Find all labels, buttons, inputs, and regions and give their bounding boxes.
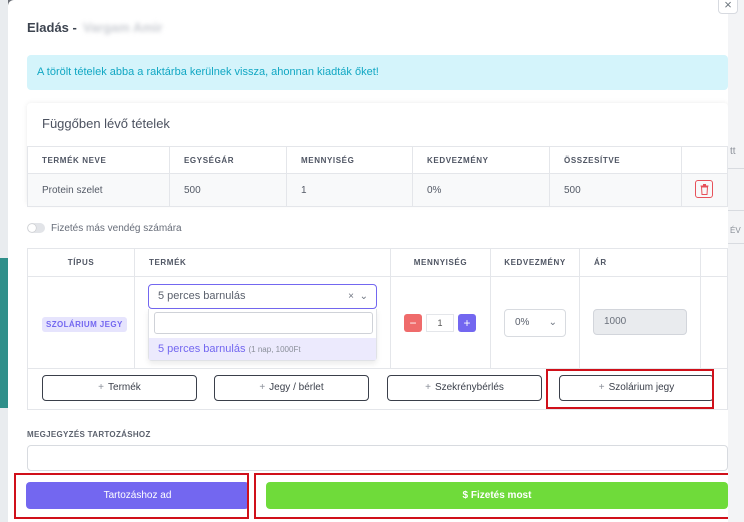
cell-type: SZOLÁRIUM JEGY [27, 276, 135, 369]
debt-note-label: MEGJEGYZÉS TARTOZÁSHOZ [27, 430, 151, 439]
add-product-label: Termék [108, 382, 141, 393]
table-header-row: TÍPUS TERMÉK MENNYISÉG KEDVEZMÉNY ÁR [27, 248, 728, 277]
cell-product-name: Protein szelet [27, 173, 170, 207]
trash-icon [700, 183, 709, 195]
add-ticket-label: Jegy / bérlet [269, 382, 324, 393]
column-header: TERMÉK NEVE [27, 146, 170, 174]
price-field: 1000 [593, 309, 687, 335]
column-header: MENNYISÉG [390, 248, 491, 277]
quantity-stepper: − 1 + [404, 314, 476, 332]
table-row: Protein szelet 500 1 0% 500 [27, 173, 728, 207]
cell-discount: 0% [412, 173, 550, 207]
column-header: MENNYISÉG [286, 146, 413, 174]
discount-select[interactable]: 0% ⌄ [504, 309, 566, 337]
background-text: ÉV [730, 226, 741, 235]
new-item-table: TÍPUS TERMÉK MENNYISÉG KEDVEZMÉNY ÁR SZO… [27, 248, 728, 369]
background-page-right: tt ÉV [728, 0, 744, 522]
pay-for-other-guest-toggle[interactable] [27, 223, 45, 234]
highlight-box [546, 369, 714, 409]
add-locker-rental-label: Szekrénybérlés [434, 382, 504, 393]
pending-items-card: Függőben lévő tételek TERMÉK NEVE EGYSÉG… [27, 103, 728, 207]
column-header: ÖSSZESÍTVE [549, 146, 682, 174]
background-divider [728, 243, 744, 244]
column-header: KEDVEZMÉNY [412, 146, 550, 174]
pending-items-table: TERMÉK NEVE EGYSÉGÁR MENNYISÉG KEDVEZMÉN… [27, 146, 728, 207]
product-option-label: 5 perces barnulás [158, 343, 246, 355]
column-header: EGYSÉGÁR [169, 146, 287, 174]
cell-actions [700, 276, 728, 369]
cell-product: 5 perces barnulás × ⌄ 5 perces barnulás … [134, 276, 391, 369]
table-header-row: TERMÉK NEVE EGYSÉGÁR MENNYISÉG KEDVEZMÉN… [27, 146, 728, 174]
product-option-details: (1 nap, 1000Ft [248, 345, 301, 354]
column-header: TERMÉK [134, 248, 391, 277]
pay-for-other-guest-label: Fizetés más vendég számára [51, 223, 182, 234]
add-product-button[interactable]: + Termék [42, 375, 197, 401]
background-accent [0, 258, 8, 408]
info-alert: A törölt tételek abba a raktárba kerülne… [27, 55, 728, 90]
modal-title-text: Eladás - [27, 20, 77, 35]
highlight-box [254, 473, 728, 519]
cell-actions [681, 173, 728, 207]
product-option[interactable]: 5 perces barnulás (1 nap, 1000Ft [149, 338, 376, 360]
increment-button[interactable]: + [458, 314, 476, 332]
column-header-actions [700, 248, 728, 277]
column-header: KEDVEZMÉNY [490, 248, 580, 277]
highlight-box [14, 473, 249, 519]
delete-item-button[interactable] [695, 179, 713, 198]
plus-icon: + [98, 382, 105, 393]
product-select[interactable]: 5 perces barnulás × ⌄ [148, 284, 377, 309]
customer-name-blurred: Vargam Amir [82, 20, 163, 35]
decrement-button[interactable]: − [404, 314, 422, 332]
discount-value: 0% [515, 317, 530, 328]
pay-for-other-guest-row: Fizetés más vendég számára [27, 223, 182, 234]
background-divider [728, 168, 744, 169]
table-row: SZOLÁRIUM JEGY 5 perces barnulás × ⌄ 5 p… [27, 276, 728, 369]
clear-icon[interactable]: × [348, 285, 354, 308]
chevron-down-icon: ⌄ [548, 317, 557, 328]
column-header-actions [681, 146, 728, 174]
column-header: TÍPUS [27, 248, 135, 277]
background-page-left [0, 0, 8, 522]
cell-unit-price: 500 [169, 173, 287, 207]
close-button[interactable]: × [718, 0, 738, 14]
sale-modal: Eladás - Vargam Amir A törölt tételek abb… [8, 0, 728, 522]
product-select-value: 5 perces barnulás [158, 290, 246, 302]
pending-items-title: Függőben lévő tételek [42, 116, 170, 131]
cell-price: 1000 [579, 276, 701, 369]
background-text: tt [730, 146, 736, 157]
type-badge: SZOLÁRIUM JEGY [42, 317, 127, 332]
modal-title: Eladás - Vargam Amir [27, 20, 163, 35]
background-divider [728, 210, 744, 211]
cell-total: 500 [549, 173, 682, 207]
add-ticket-button[interactable]: + Jegy / bérlet [214, 375, 369, 401]
add-locker-rental-button[interactable]: + Szekrénybérlés [387, 375, 542, 401]
product-dropdown: 5 perces barnulás (1 nap, 1000Ft [148, 309, 377, 361]
chevron-down-icon: ⌄ [359, 291, 368, 302]
plus-icon: + [425, 382, 431, 393]
cell-discount: 0% ⌄ [490, 276, 580, 369]
debt-note-input[interactable] [27, 445, 728, 471]
cell-quantity: − 1 + [390, 276, 491, 369]
quantity-value[interactable]: 1 [426, 314, 454, 332]
plus-icon: + [259, 382, 266, 393]
cell-quantity: 1 [286, 173, 413, 207]
column-header: ÁR [579, 248, 701, 277]
product-search-input[interactable] [154, 312, 373, 334]
